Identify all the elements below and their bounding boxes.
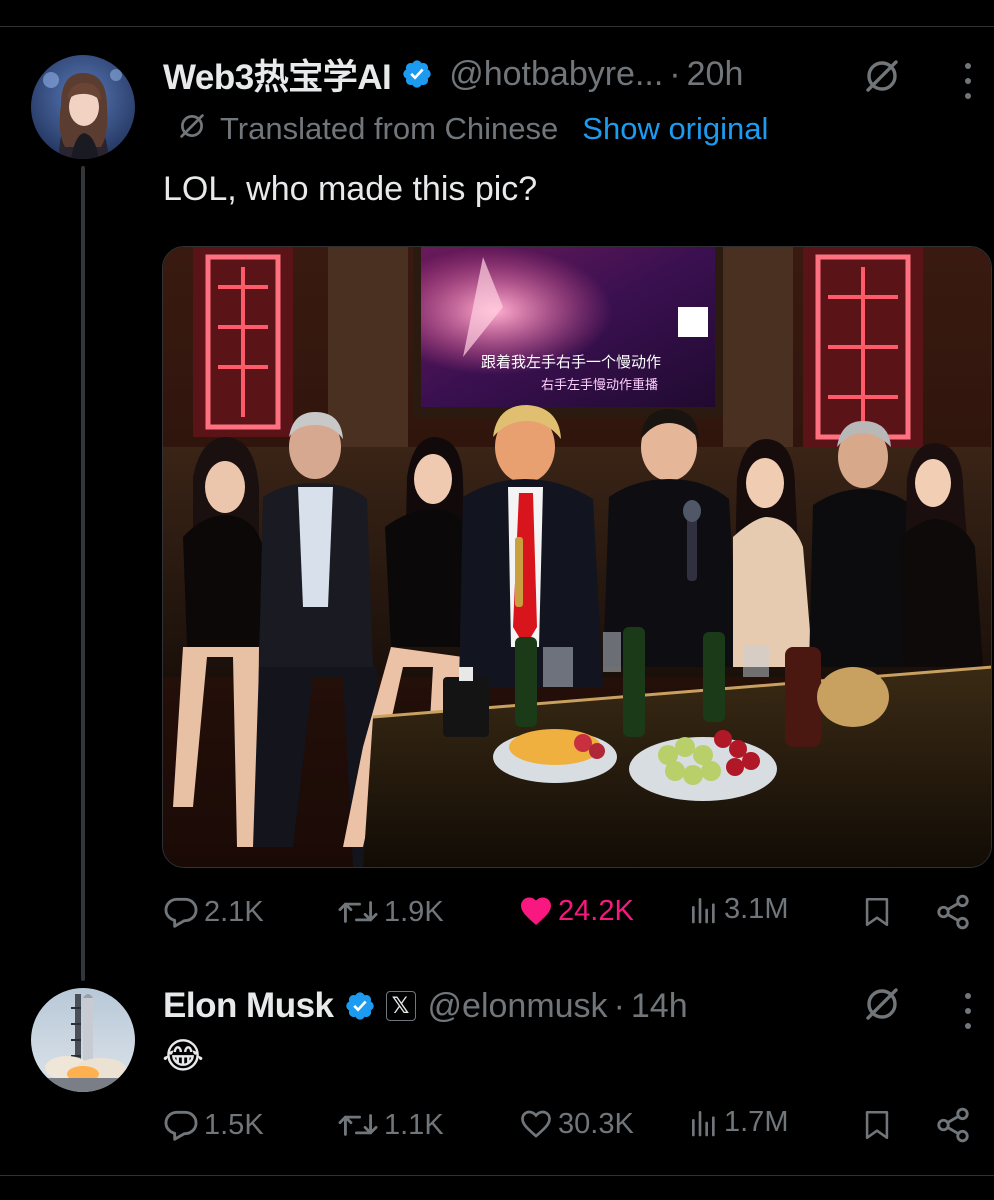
views-icon [692,1110,715,1136]
repost-icon [338,901,378,923]
heart-icon [521,1110,551,1138]
more-vertical-icon[interactable] [965,63,971,99]
tv-subtitle-line1: 跟着我左手右手一个慢动作 [481,353,661,371]
share-button[interactable] [934,1106,976,1144]
tweet1-display-name[interactable]: Web3热宝学AI [163,49,392,100]
repost-count: 1.1K [384,1108,444,1141]
tweet1-text: LOL, who made this pic? [163,170,538,208]
share-icon [937,894,969,930]
bookmark-button[interactable] [860,1106,898,1144]
reply-button[interactable]: 1.5K [162,1106,264,1144]
reply-button[interactable]: 2.1K [162,893,264,931]
share-button[interactable] [934,893,976,931]
translated-label: Translated from Chinese [220,110,559,146]
more-vertical-icon[interactable] [965,993,971,1029]
grok-slash-icon[interactable] [862,56,902,101]
reply-count: 2.1K [204,895,264,928]
tweet2-time[interactable]: 14h [631,987,688,1026]
translation-notice: Translated from Chinese Show original [176,110,768,147]
tweet1-actions: 2.1K 1.9K 24.2K 3.1M [162,893,982,943]
thread-connector-line [81,166,85,981]
views-icon [692,897,715,923]
repost-icon [338,1114,378,1136]
heart-icon [521,897,551,925]
like-button[interactable]: 24.2K [518,893,634,929]
bookmark-icon [865,897,889,927]
x-affiliation-icon[interactable]: 𝕏 [385,991,416,1021]
avatar-elonmusk[interactable] [31,988,135,1092]
tweet2-handle[interactable]: @elonmusk [428,987,608,1026]
tweet1-photo[interactable]: 跟着我左手右手一个慢动作 右手左手慢动作重播 [162,246,992,868]
grok-slash-icon[interactable] [862,984,902,1029]
bookmark-button[interactable] [860,893,898,931]
tweet1-handle[interactable]: @hotbabyre... [449,55,663,94]
grok-slash-icon [176,110,208,147]
avatar-web3[interactable] [31,55,135,159]
reply-icon [164,897,198,928]
tweet1-time[interactable]: 20h [687,55,744,94]
tweet2-header: Elon Musk 𝕏 @elonmusk · 14h [163,984,688,1028]
tweet2-display-name[interactable]: Elon Musk [163,986,334,1026]
bookmark-icon [865,1110,889,1140]
repost-count: 1.9K [384,895,444,928]
like-count: 30.3K [558,1107,634,1140]
views-button[interactable]: 3.1M [688,893,788,926]
tweet2-actions: 1.5K 1.1K 30.3K 1.7M [162,1106,982,1156]
verified-badge-icon [344,990,376,1022]
like-count: 24.2K [558,894,634,927]
repost-button[interactable]: 1.9K [336,893,444,931]
bottom-divider [0,1175,994,1176]
views-button[interactable]: 1.7M [688,1106,788,1139]
verified-badge-icon [401,58,433,90]
separator-dot: · [613,986,625,1025]
tv-subtitle-line2: 右手左手慢动作重播 [541,377,658,393]
tweet1-header: Web3热宝学AI @hotbabyre... · 20h [163,52,744,97]
separator-dot: · [669,54,681,93]
reply-icon [164,1110,198,1141]
views-count: 3.1M [724,893,789,925]
views-count: 1.7M [724,1106,789,1138]
tweet2-text: 😂 [162,1035,205,1076]
like-button[interactable]: 30.3K [518,1106,634,1142]
reply-count: 1.5K [204,1108,264,1141]
top-divider [0,26,994,27]
repost-button[interactable]: 1.1K [336,1106,444,1144]
show-original-link[interactable]: Show original [582,111,768,147]
share-icon [937,1107,969,1143]
